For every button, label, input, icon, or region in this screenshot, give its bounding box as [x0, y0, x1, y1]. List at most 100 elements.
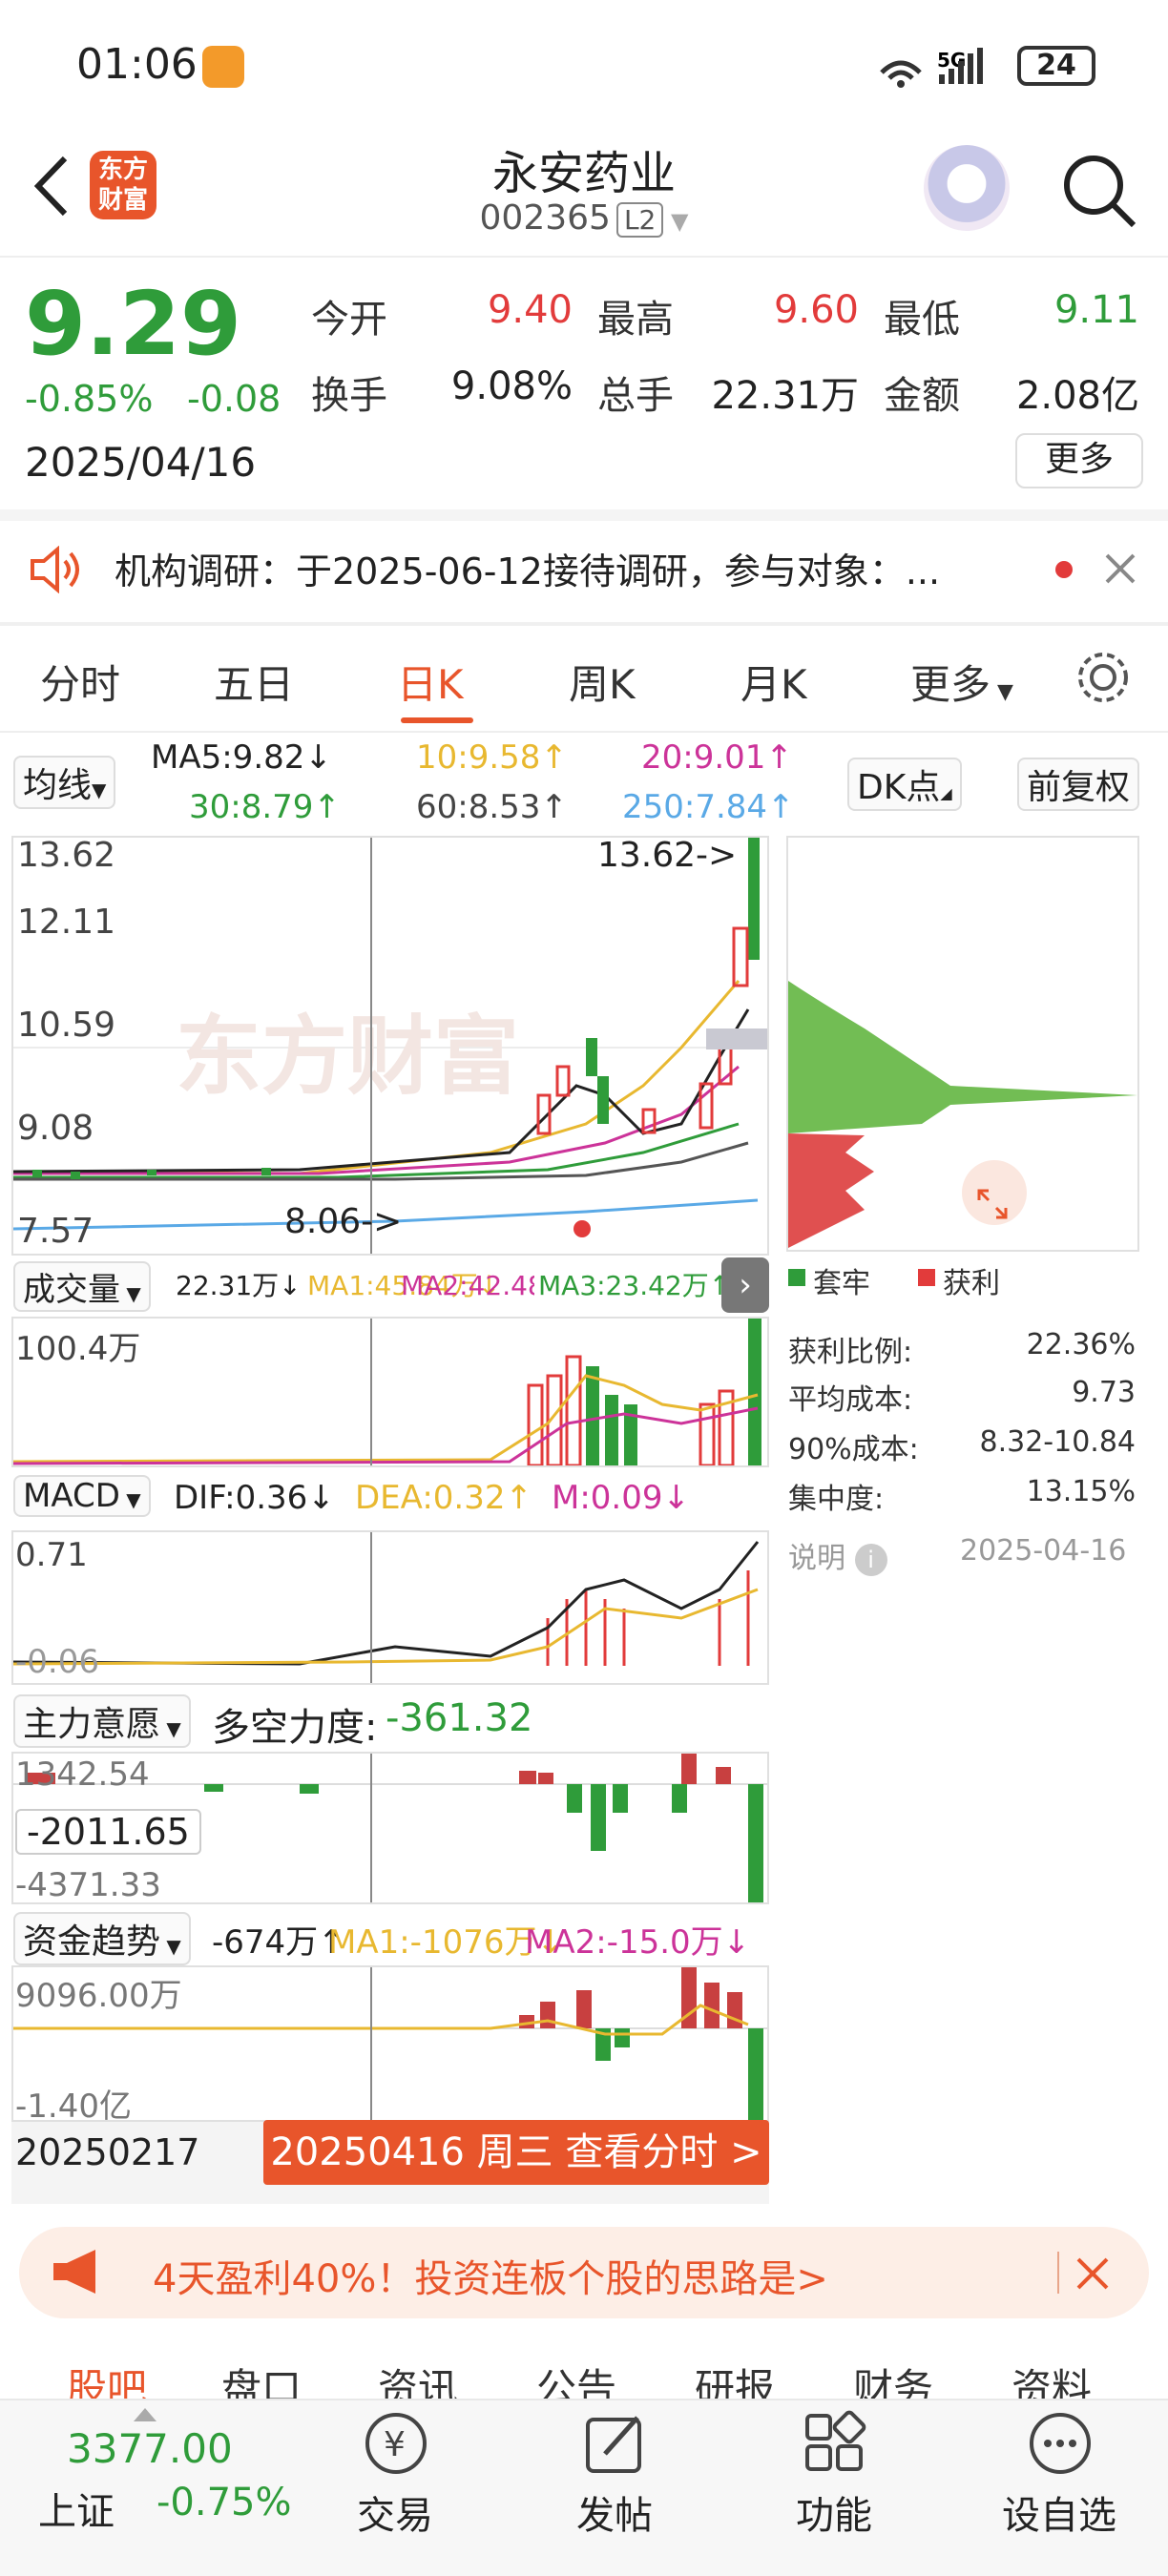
force-cursor-value: -2011.65 [15, 1809, 201, 1855]
chip-help[interactable]: 说明 i [788, 1534, 887, 1576]
status-time: 01:06 [76, 40, 198, 89]
force-label: 多空力度: [212, 1706, 378, 1750]
tab-more[interactable]: 更多 ▼ [910, 653, 1013, 711]
fund-ma2: MA2:-15.0万↓ [525, 1923, 751, 1962]
megaphone-icon [53, 2250, 95, 2294]
y-label-4: 9.08 [17, 1109, 94, 1148]
chip-label-profit-ratio: 获利比例: [788, 1336, 913, 1369]
change-percent: -0.85% [25, 378, 154, 420]
tab-intraday[interactable]: 分时 [40, 653, 120, 711]
svg-text:¥: ¥ [384, 2425, 406, 2464]
low-marker: 8.06-> [284, 1202, 403, 1241]
start-date: 20250217 [15, 2131, 200, 2173]
ma30-value: 30:8.79↑ [189, 788, 341, 826]
open-value: 9.40 [487, 288, 573, 332]
y-label-bottom: 7.57 [17, 1212, 94, 1251]
corner-arrow-icon: ◢ [940, 784, 952, 802]
nav-add-watchlist[interactable]: 设自选 [983, 2404, 1136, 2566]
chevron-down-icon: ▼ [120, 1282, 141, 1305]
dk-point-button[interactable]: DK点◢ [847, 758, 962, 811]
chip-value-concentration: 13.15% [1026, 1475, 1136, 1508]
promo-text: 4天盈利40%！投资连板个股的思路是> [153, 2257, 828, 2301]
more-quote-button[interactable]: 更多 [1015, 433, 1143, 488]
macd-m: M:0.09↓ [552, 1479, 690, 1517]
y-label-3: 10.59 [17, 1006, 116, 1045]
nav-post[interactable]: 发帖 [538, 2404, 691, 2566]
quote-date: 2025/04/16 [25, 439, 257, 486]
chip-value-avg-cost: 9.73 [1072, 1376, 1136, 1409]
volume-value: 22.31万 [711, 374, 859, 418]
macd-dea: DEA:0.32↑ [355, 1479, 532, 1517]
close-icon[interactable] [1103, 551, 1137, 586]
force-selector-label: 主力意愿 [23, 1705, 161, 1744]
force-y-bottom: -4371.33 [15, 1866, 161, 1904]
ma-selector[interactable]: 均线▼ [13, 756, 116, 809]
search-icon[interactable] [1057, 149, 1139, 231]
chevron-right-icon[interactable]: › [721, 1257, 769, 1313]
nav-post-label: 发帖 [576, 2494, 653, 2538]
battery-icon: 24 [1017, 46, 1095, 86]
divider [1057, 2252, 1059, 2294]
index-value[interactable]: 3377.00 [67, 2425, 233, 2472]
macd-selector[interactable]: MACD ▼ [13, 1475, 151, 1517]
nav-add-watchlist-label: 设自选 [1002, 2494, 1116, 2538]
chevron-down-icon: ▼ [663, 208, 689, 235]
force-selector[interactable]: 主力意愿 ▼ [13, 1694, 191, 1748]
volume-ma2: MA2:42.48万↑ [401, 1270, 534, 1301]
change-amount: -0.08 [187, 378, 282, 420]
chip-date: 2025-04-16 [960, 1534, 1127, 1568]
volume-selector[interactable]: 成交量 ▼ [13, 1261, 151, 1312]
ma20-value: 20:9.01↑ [641, 738, 793, 777]
nav-trade[interactable]: ¥ 交易 [319, 2404, 471, 2566]
high-value: 9.60 [773, 288, 859, 332]
fund-selector-label: 资金趋势 [23, 1922, 161, 1962]
chevron-down-icon: ▼ [160, 1935, 181, 1958]
fund-selector[interactable]: 资金趋势 ▼ [13, 1912, 191, 1965]
amount-value: 2.08亿 [1015, 374, 1139, 418]
robot-avatar[interactable] [924, 145, 1010, 231]
expand-icon[interactable] [975, 1187, 1010, 1221]
chip-value-profit-ratio: 22.36% [1026, 1328, 1136, 1361]
close-icon[interactable] [1074, 2255, 1111, 2292]
chevron-down-icon: ▼ [991, 680, 1013, 704]
view-intraday-button[interactable]: 20250416 周三 查看分时 > [263, 2120, 769, 2185]
speaker-icon [31, 546, 79, 593]
force-y-top: 1342.54 [15, 1755, 150, 1794]
ma60-value: 60:8.53↑ [416, 788, 568, 826]
notice-text: 机构调研：于2025-06-12接待调研，参与对象：... [115, 551, 941, 592]
tab-weekly-k[interactable]: 周K [569, 653, 636, 711]
nav-functions[interactable]: 功能 [758, 2404, 910, 2566]
macd-dif: DIF:0.36↓ [174, 1479, 335, 1517]
gear-icon[interactable] [1074, 649, 1132, 706]
volume-value: 22.31万↓ [176, 1270, 302, 1301]
volume-selector-label: 成交量 [23, 1271, 120, 1309]
tab-monthly-k[interactable]: 月K [740, 653, 807, 711]
candlestick-chart[interactable]: 东方财富 [11, 836, 769, 1256]
ma5-value: MA5:9.82↓ [151, 738, 332, 777]
force-value: -361.32 [386, 1696, 533, 1740]
candlestick-svg: 东方财富 [12, 838, 767, 1254]
signal-icon: 5G [880, 48, 983, 88]
macd-y-bottom: -0.06 [15, 1643, 99, 1681]
volume-y-label: 100.4万 [15, 1330, 141, 1368]
ma-selector-label: 均线 [23, 766, 93, 805]
low-label: 最低 [884, 298, 960, 342]
y-label-top: 13.62 [17, 836, 116, 875]
chip-label-concentration: 集中度: [788, 1483, 885, 1516]
trapped-legend: 套牢 [813, 1267, 870, 1300]
unread-dot [1055, 561, 1073, 578]
tab-five-day[interactable]: 五日 [214, 653, 294, 711]
dk-point-label: DK点 [857, 768, 941, 807]
macd-selector-label: MACD [23, 1477, 120, 1515]
adjust-button[interactable]: 前复权 [1017, 758, 1140, 811]
volume-ma3: MA3:23.42万↑ [538, 1270, 732, 1301]
low-value: 9.11 [1053, 288, 1139, 332]
current-price: 9.29 [25, 273, 241, 375]
tab-daily-k[interactable]: 日K [397, 653, 464, 711]
profit-legend-swatch [918, 1269, 935, 1286]
volume-label: 总手 [597, 374, 674, 418]
nav-functions-label: 功能 [796, 2494, 872, 2538]
macd-chart[interactable] [11, 1530, 769, 1685]
chevron-down-icon: ▼ [119, 1488, 141, 1511]
profit-legend: 获利 [943, 1267, 1000, 1300]
